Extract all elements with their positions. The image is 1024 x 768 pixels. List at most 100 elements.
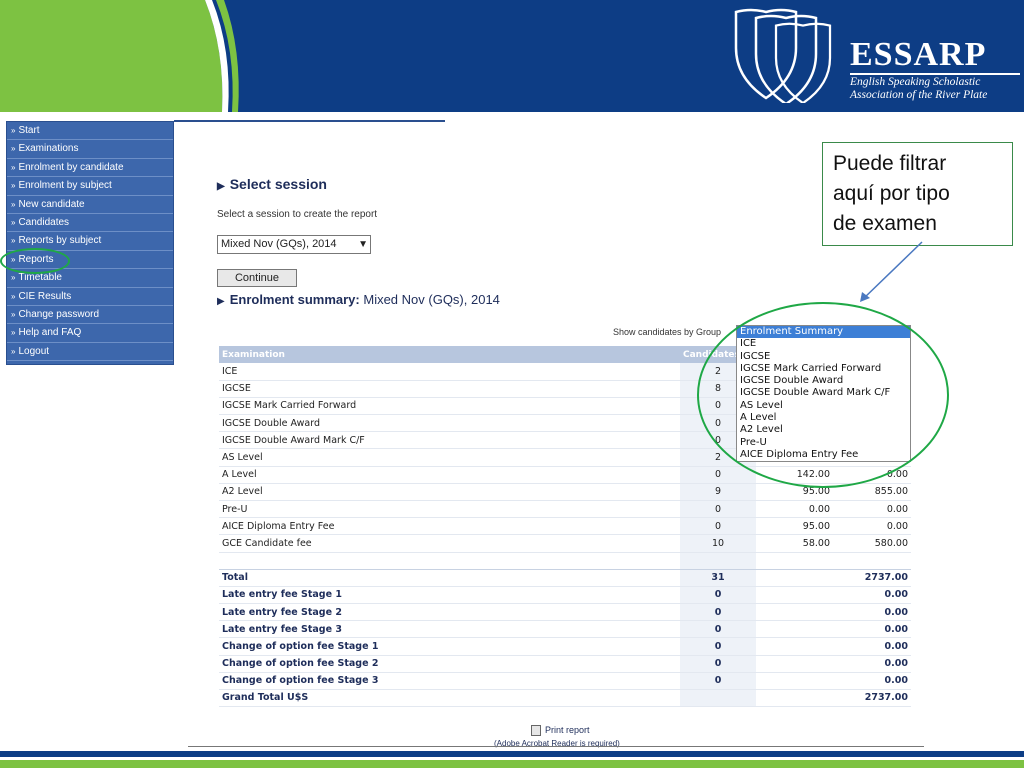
callout-line-2: aquí por tipo: [833, 182, 950, 205]
cell-total-candidates: 31: [680, 569, 756, 587]
cell-total-label: Grand Total U$S: [219, 689, 680, 708]
sidebar-item-start[interactable]: » Start: [7, 122, 173, 141]
cell-total-candidates: 0: [680, 586, 756, 604]
print-report-label: Print report: [545, 725, 590, 735]
cell-total-candidates: 0: [680, 620, 756, 639]
cell-total-amount: 2737.00: [833, 689, 911, 708]
triangle-right-icon: ▶: [217, 181, 225, 192]
group-filter-label: Show candidates by Group: [613, 327, 722, 337]
cell-examination: ICE: [219, 363, 680, 381]
cell-examination: AICE Diploma Entry Fee: [219, 517, 680, 536]
bullet-icon: »: [11, 199, 16, 209]
cell-total-fee: [756, 603, 833, 622]
cell-fee: 95.00: [756, 517, 833, 536]
cell-examination: IGCSE: [219, 380, 680, 398]
cell-total-label: Change of option fee Stage 2: [219, 655, 680, 673]
cell-examination: A Level: [219, 466, 680, 484]
sidebar-item-label: New candidate: [18, 198, 85, 210]
sidebar-item-label: Reports by subject: [18, 235, 102, 247]
totals-row: Change of option fee Stage 1 0 0.00: [219, 637, 911, 656]
sidebar-item-enrolment-by-subject[interactable]: » Enrolment by subject: [7, 177, 173, 196]
essarp-logo[interactable]: ESSARP English Speaking Scholastic Assoc…: [728, 8, 1020, 108]
cell-examination: Pre-U: [219, 500, 680, 519]
sidebar-item-logout[interactable]: » Logout: [7, 343, 173, 362]
sidebar-item-change-password[interactable]: » Change password: [7, 306, 173, 325]
reports-highlight-ellipse: [0, 248, 70, 274]
sidebar-item-label: Logout: [18, 345, 50, 357]
sidebar-item-enrolment-by-candidate[interactable]: » Enrolment by candidate: [7, 159, 173, 178]
sidebar-item-new-candidate[interactable]: » New candidate: [7, 196, 173, 214]
annotation-callout: Puede filtrar aquí por tipo de examen: [822, 142, 1013, 246]
session-select[interactable]: Mixed Nov (GQs), 2014 ▼: [217, 235, 371, 254]
cell-candidates: 10: [680, 534, 756, 553]
spacer-cell: [756, 552, 833, 570]
sidebar-item-candidates[interactable]: » Candidates: [7, 214, 173, 233]
print-report-link[interactable]: Print report: [531, 725, 590, 737]
cell-total-label: Late entry fee Stage 1: [219, 586, 680, 604]
bullet-icon: »: [11, 328, 16, 338]
bullet-icon: »: [11, 126, 16, 135]
sidebar-nav: » Start » Examinations » Enrolment by candi…: [6, 121, 174, 365]
callout-line-1: Puede filtrar: [833, 152, 947, 175]
printer-icon: [531, 725, 541, 737]
column-header-examination: Examination: [219, 346, 680, 363]
cell-total-candidates: [680, 689, 756, 708]
cell-total-fee: [756, 655, 833, 673]
cell-candidates: 0: [680, 517, 756, 536]
cell-examination: IGCSE Double Award Mark C/F: [219, 431, 680, 450]
session-instruction: Select a session to create the report: [217, 209, 378, 220]
cell-total-candidates: 0: [680, 637, 756, 656]
sidebar-item-label: Examinations: [18, 143, 79, 155]
bullet-icon: »: [11, 273, 16, 283]
totals-row: Change of option fee Stage 3 0 0.00: [219, 672, 911, 690]
sidebar-item-cie-results[interactable]: » CIE Results: [7, 288, 173, 306]
cell-total-amount: 0.00: [833, 637, 911, 656]
cell-total-fee: [756, 620, 833, 639]
cell-total: 0.00: [833, 517, 911, 536]
bullet-icon: »: [11, 144, 16, 154]
table-row: AICE Diploma Entry Fee 0 95.00 0.00: [219, 517, 911, 536]
bullet-icon: »: [11, 236, 16, 246]
sidebar-item-label: Change password: [18, 308, 100, 320]
cell-total-amount: 0.00: [833, 620, 911, 639]
cell-total-amount: 0.00: [833, 603, 911, 622]
sidebar-item-label: CIE Results: [18, 290, 72, 302]
cell-total: 580.00: [833, 534, 911, 553]
listbox-highlight-ellipse: [697, 302, 949, 488]
cell-total-fee: [756, 672, 833, 690]
cell-total-fee: [756, 586, 833, 604]
summary-title-session: Mixed Nov (GQs), 2014: [359, 292, 500, 307]
select-session-title: Select session: [229, 176, 327, 192]
cell-total-fee: [756, 689, 833, 708]
bullet-icon: »: [11, 291, 16, 301]
bullet-icon: »: [11, 309, 16, 319]
table-spacer-row: [219, 552, 911, 570]
chevron-down-icon: ▼: [358, 239, 368, 250]
session-select-value: Mixed Nov (GQs), 2014: [221, 238, 337, 250]
bullet-icon: »: [11, 217, 16, 227]
cell-examination: A2 Level: [219, 483, 680, 502]
spacer-cell: [680, 552, 756, 570]
cell-total-fee: [756, 637, 833, 656]
sidebar-item-label: Enrolment by candidate: [18, 161, 124, 173]
shield-logo-icon: [734, 8, 832, 103]
cell-total-candidates: 0: [680, 672, 756, 690]
sidebar-item-examinations[interactable]: » Examinations: [7, 140, 173, 159]
cell-total-label: Total: [219, 569, 680, 587]
logo-subtitle-2: Association of the River Plate: [850, 89, 988, 101]
page-header: ESSARP English Speaking Scholastic Assoc…: [0, 0, 1024, 112]
cell-total-label: Late entry fee Stage 3: [219, 620, 680, 639]
continue-button[interactable]: Continue: [217, 269, 297, 287]
cell-candidates: 0: [680, 466, 756, 484]
sidebar-item-help-and-faq[interactable]: » Help and FAQ: [7, 324, 173, 343]
spacer-cell: [219, 552, 680, 570]
sidebar-item-label: Start: [18, 125, 40, 136]
footer-band-green: [0, 760, 1024, 768]
cell-examination: AS Level: [219, 448, 680, 467]
cell-examination: IGCSE Double Award: [219, 414, 680, 433]
cell-examination: IGCSE Mark Carried Forward: [219, 397, 680, 416]
cell-fee: 58.00: [756, 534, 833, 553]
cell-total-candidates: 0: [680, 655, 756, 673]
logo-divider: [850, 73, 1020, 75]
cell-total-label: Change of option fee Stage 1: [219, 637, 680, 656]
